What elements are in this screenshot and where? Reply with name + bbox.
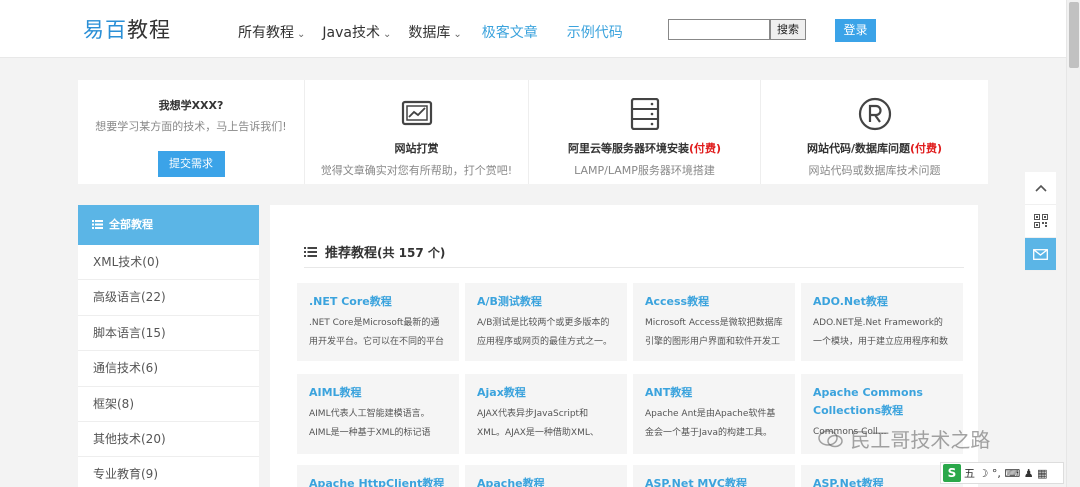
promo-site-sub: 网站代码或数据库技术问题 [808, 164, 941, 177]
tutorial-card[interactable]: Access教程 Microsoft Access是微软把数据库引擎的图形用户界面… [633, 283, 795, 361]
promo-panel: 我想学XXX? 想要学习某方面的技术，马上告诉我们! 提交需求 网站打赏 觉得文… [78, 80, 988, 184]
sidebar-item-script-lang[interactable]: 脚本语言(15) [78, 316, 259, 352]
nav-database[interactable]: 数据库 ⌄ [408, 22, 461, 42]
tutorial-card[interactable]: .NET Core教程 .NET Core是Microsoft最新的通用开发平台。… [297, 283, 459, 361]
sidebar-item-communication[interactable]: 通信技术(6) [78, 351, 259, 387]
promo-donate-sub: 觉得文章确实对您有所帮助，打个赏吧! [320, 164, 513, 177]
server-icon [628, 97, 662, 131]
qrcode-icon[interactable] [1025, 205, 1056, 238]
chart-icon [400, 97, 434, 131]
promo-ask-title: 我想学XXX? [158, 99, 224, 112]
page-scrollbar[interactable] [1066, 0, 1080, 487]
sogou-icon: S [943, 464, 961, 482]
search-input[interactable] [668, 19, 770, 40]
nav-java[interactable]: Java技术 ⌄ [322, 22, 391, 42]
tutorial-card[interactable]: ASP.Net MVC教程 [633, 465, 795, 487]
promo-site-title: 网站代码/数据库问题(付费) [806, 142, 943, 155]
promo-server[interactable]: 阿里云等服务器环境安装(付费) LAMP/LAMP服务器环境搭建 [529, 80, 761, 184]
ime-toolbar[interactable]: S 五 ☽ °, ⌨ ♟ ▦ [940, 462, 1064, 484]
nav-geek-articles[interactable]: 极客文章 [482, 22, 538, 42]
logo-text-2: 教程 [127, 18, 171, 42]
login-button[interactable]: 登录 [835, 19, 876, 42]
promo-donate-title: 网站打赏 [394, 142, 439, 155]
sidebar-item-advanced-lang[interactable]: 高级语言(22) [78, 280, 259, 316]
chevron-down-icon: ⌄ [382, 29, 392, 40]
sidebar-item-framework[interactable]: 框架(8) [78, 387, 259, 422]
mail-icon[interactable] [1025, 238, 1056, 271]
sidebar-item-other[interactable]: 其他技术(20) [78, 422, 259, 458]
sidebar-item-xml[interactable]: XML技术(0) [78, 245, 259, 281]
logo-text-1: 易百 [83, 18, 127, 42]
back-to-top-button[interactable] [1025, 172, 1056, 205]
tutorial-card[interactable]: A/B测试教程 A/B测试是比较两个或更多版本的应用程序或网页的最佳方式之一。 [465, 283, 627, 361]
chevron-down-icon: ⌄ [297, 29, 306, 40]
search-button[interactable]: 搜索 [770, 19, 806, 40]
sidebar-item-professional[interactable]: 专业教育(9) [78, 457, 259, 487]
tutorial-card[interactable]: AIML教程 AIML代表人工智能建模语言。AIML是一种基于XML的标记语 [297, 374, 459, 454]
chevron-down-icon: ⌄ [453, 29, 462, 40]
sidebar-header[interactable]: 全部教程 [78, 205, 259, 245]
promo-ask: 我想学XXX? 想要学习某方面的技术，马上告诉我们! 提交需求 [78, 80, 305, 184]
top-header: 易百教程 所有教程 ⌄ Java技术 ⌄ 数据库 ⌄ 极客文章 示例代码 搜索 登录 [0, 0, 1066, 58]
promo-donate[interactable]: 网站打赏 觉得文章确实对您有所帮助，打个赏吧! [305, 80, 529, 184]
promo-server-sub: LAMP/LAMP服务器环境搭建 [574, 164, 715, 177]
tutorial-card[interactable]: ADO.Net教程 ADO.NET是.Net Framework的一个模块，用于建… [801, 283, 963, 361]
section-title: 推荐教程(共 157 个) [304, 242, 445, 261]
nav-example-code[interactable]: 示例代码 [567, 22, 623, 42]
promo-ask-sub: 想要学习某方面的技术，马上告诉我们! [95, 120, 287, 133]
ime-status: 五 ☽ °, ⌨ ♟ ▦ [964, 467, 1048, 480]
wechat-watermark: 民工哥技术之路 [818, 424, 990, 453]
tutorial-card[interactable]: Apache教程 [465, 465, 627, 487]
list-icon [92, 206, 103, 246]
floating-toolbar [1025, 172, 1056, 271]
list-icon [304, 246, 317, 261]
scrollbar-thumb[interactable] [1069, 2, 1079, 68]
wechat-icon [818, 430, 843, 448]
category-sidebar: 全部教程 XML技术(0) 高级语言(22) 脚本语言(15) 通信技术(6) … [78, 205, 259, 487]
nav-all-tutorials[interactable]: 所有教程 ⌄ [238, 22, 305, 42]
tutorial-card[interactable]: Apache HttpClient教程 [297, 465, 459, 487]
tutorial-card[interactable]: ANT教程 Apache Ant是由Apache软件基金会一个基于Java的构建工… [633, 374, 795, 454]
site-logo[interactable]: 易百教程 [83, 14, 171, 44]
tutorial-count: (共 157 个) [377, 246, 446, 260]
divider [304, 267, 964, 268]
tutorial-card[interactable]: Ajax教程 AJAX代表异步JavaScript和XML。AJAX是一种借助XM… [465, 374, 627, 454]
main-nav: 所有教程 ⌄ Java技术 ⌄ 数据库 ⌄ 极客文章 示例代码 [238, 22, 652, 42]
submit-request-button[interactable]: 提交需求 [157, 151, 225, 177]
promo-site[interactable]: 网站代码/数据库问题(付费) 网站代码或数据库技术问题 [761, 80, 988, 184]
registered-icon [858, 97, 892, 131]
promo-server-title: 阿里云等服务器环境安装(付费) [567, 142, 722, 155]
tutorial-card[interactable]: ASP.Net教程 [801, 465, 963, 487]
